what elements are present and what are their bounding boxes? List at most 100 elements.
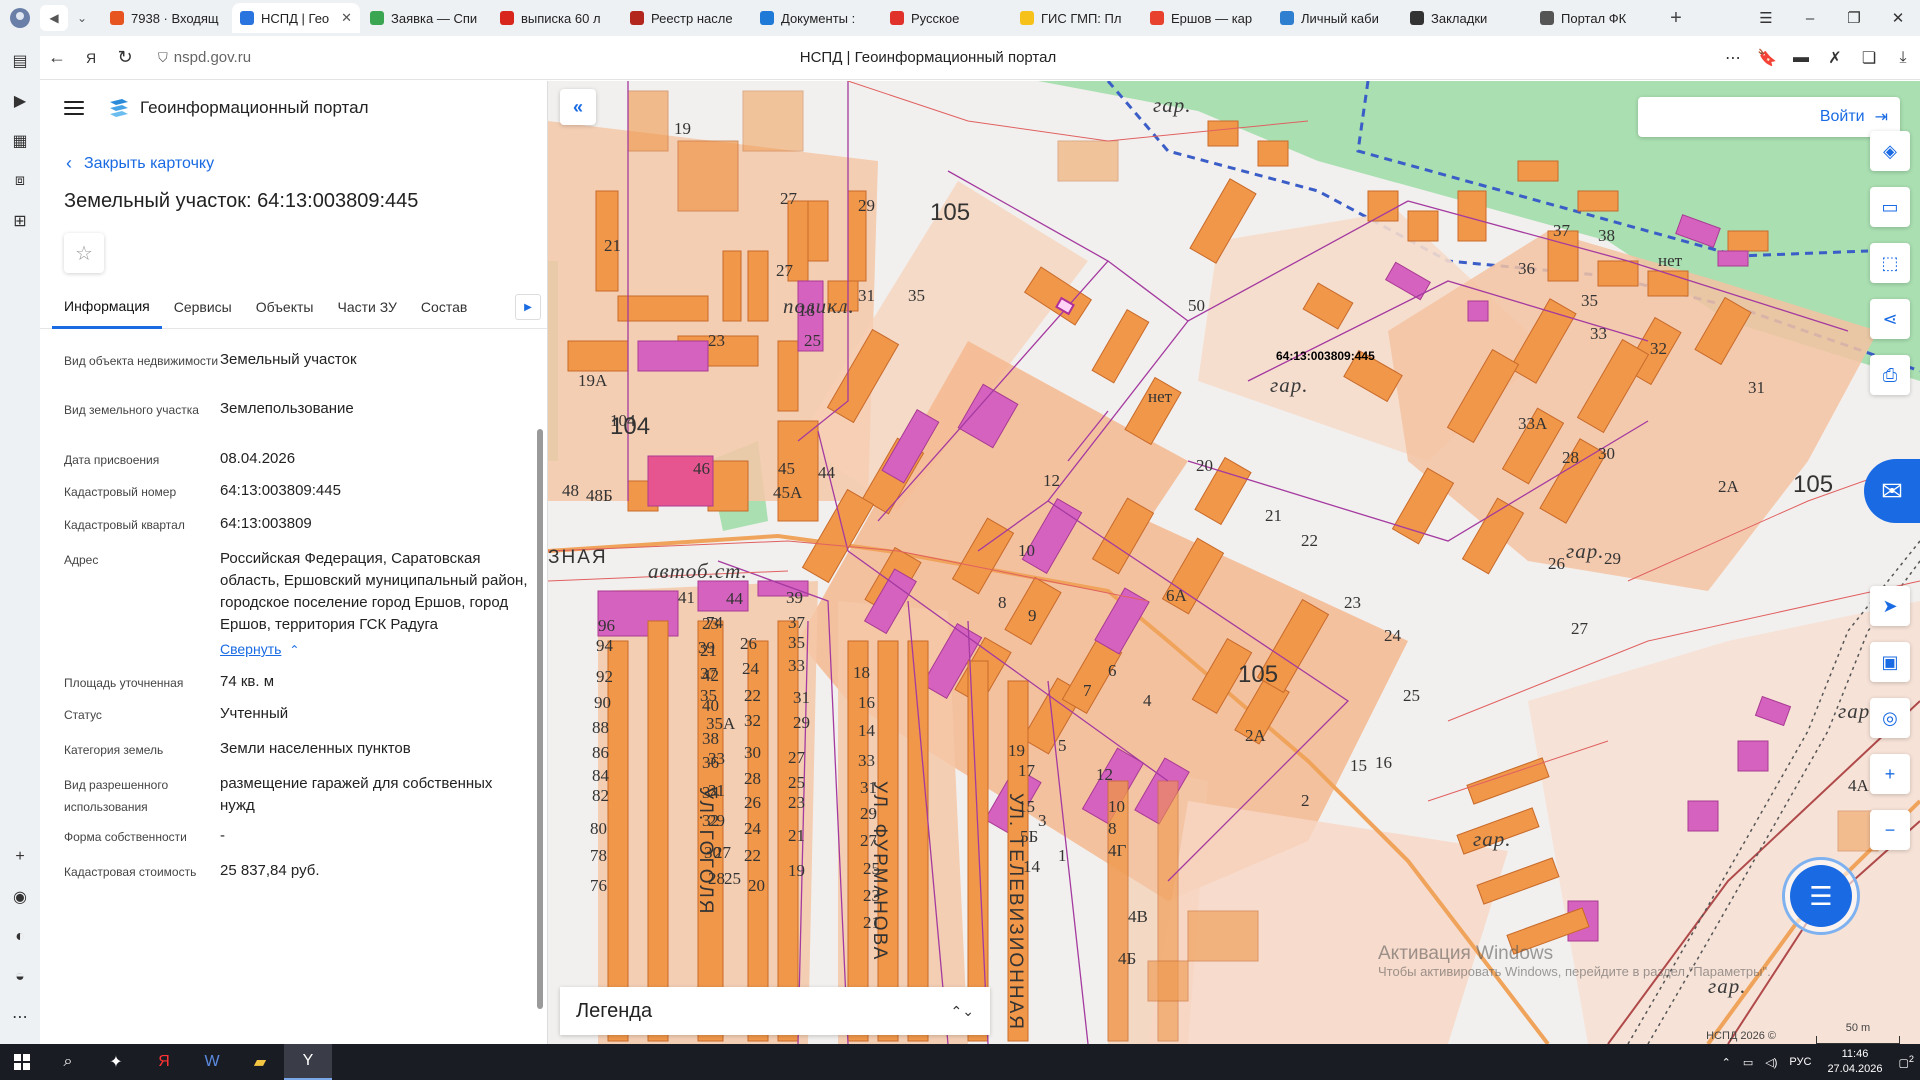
geolocation-icon[interactable]: ➤ <box>1870 586 1910 626</box>
layers-icon[interactable]: ◈ <box>1870 131 1910 171</box>
minimize-button[interactable]: – <box>1788 0 1832 36</box>
close-card-link[interactable]: ‹ Закрыть карточку <box>66 153 547 174</box>
collections-icon[interactable]: ❏ <box>1852 41 1886 75</box>
browser-tab[interactable]: НСПД | Гео ✕ <box>232 3 360 33</box>
screenshot-icon[interactable]: ⧈ <box>5 166 35 196</box>
tab-list-chevron-icon[interactable]: ⌄ <box>68 5 96 31</box>
clock[interactable]: 11:46 27.04.2026 <box>1827 1047 1882 1077</box>
bookmark-icon[interactable]: 🔖 <box>1750 41 1784 75</box>
house-number: 34 <box>702 783 719 802</box>
extension-hat-icon[interactable]: ▬ <box>1784 41 1818 75</box>
mail-icon[interactable]: ◒ <box>5 962 35 992</box>
map-footer: НСПД 2026 © 50 m <box>1706 1022 1920 1044</box>
browser-tab[interactable]: выписка 60 л <box>492 3 620 33</box>
tray-chevron-icon[interactable]: ⌃ <box>1722 1056 1731 1069</box>
card-tab[interactable]: Части ЗУ <box>325 285 408 329</box>
minimap-icon[interactable]: ▣ <box>1870 642 1910 682</box>
tab-favicon-icon <box>630 11 644 25</box>
network-icon[interactable]: ▭ <box>1743 1056 1753 1069</box>
zoom-in-button[interactable]: + <box>1870 754 1910 794</box>
card-tab[interactable]: Информация <box>52 285 162 329</box>
calendar-icon[interactable]: ▦ <box>5 126 35 156</box>
close-window-button[interactable]: ✕ <box>1876 0 1920 36</box>
reload-button[interactable]: ↻ <box>108 41 142 75</box>
app-icon-game[interactable]: ✦ <box>92 1044 140 1080</box>
assistant-tab-icon[interactable]: ✉ <box>1864 459 1920 523</box>
menu-icon[interactable]: ☰ <box>1744 0 1788 36</box>
card-tab[interactable]: Объекты <box>244 285 326 329</box>
browser-tab[interactable]: Личный каби <box>1272 3 1400 33</box>
info-value: Учтенный <box>220 703 528 738</box>
browser-logo-icon[interactable] <box>0 0 40 36</box>
browser-tab[interactable]: Ершов — кар <box>1142 3 1270 33</box>
file-explorer-icon[interactable]: ▰ <box>236 1044 284 1080</box>
yandex-home-icon[interactable]: Я <box>74 41 108 75</box>
extension-cross-icon[interactable]: ✗ <box>1818 41 1852 75</box>
volume-icon[interactable]: ◁) <box>1765 1056 1777 1069</box>
back-button[interactable]: ← <box>40 41 74 75</box>
windows-start-icon[interactable] <box>0 1044 44 1080</box>
select-area-icon[interactable]: ⬚ <box>1870 243 1910 283</box>
login-label: Войти <box>1819 108 1865 125</box>
word-icon[interactable]: W <box>188 1044 236 1080</box>
video-icon[interactable]: ▶ <box>5 86 35 116</box>
notes-icon[interactable]: ▤ <box>5 46 35 76</box>
chat-button[interactable]: ☰ <box>1782 857 1860 935</box>
browser-tab[interactable]: 7938 · Входящ <box>102 3 230 33</box>
house-number: 35 <box>908 286 925 305</box>
browser-tab[interactable]: Закладки <box>1402 3 1530 33</box>
yandex-active-icon[interactable]: Y <box>284 1044 332 1080</box>
add-panel-icon[interactable]: + <box>5 842 35 872</box>
house-number: 14 <box>1023 857 1040 876</box>
share-icon[interactable]: ⋖ <box>1870 299 1910 339</box>
language-indicator[interactable]: РУС <box>1789 1056 1811 1068</box>
card-tab[interactable]: Состав <box>409 285 479 329</box>
edge-icon[interactable]: ◐ <box>5 922 35 952</box>
search-location-icon[interactable]: ◎ <box>1870 698 1910 738</box>
more-dots-icon[interactable]: ⋯ <box>1716 41 1750 75</box>
tab-close-icon[interactable]: ✕ <box>341 10 352 26</box>
new-tab-button[interactable]: + <box>1662 4 1690 32</box>
downloads-icon[interactable]: ⤓ <box>1886 41 1920 75</box>
browser-tab[interactable]: Русское <box>882 3 1010 33</box>
card-tab[interactable]: Сервисы <box>162 285 244 329</box>
panel-scrollbar[interactable] <box>537 349 543 1039</box>
browser-tab[interactable]: Портал ФК <box>1532 3 1660 33</box>
ruler-icon[interactable]: ▭ <box>1870 187 1910 227</box>
maximize-button[interactable]: ❐ <box>1832 0 1876 36</box>
legend-dropdown[interactable]: Легенда ⌃⌄ <box>560 987 990 1035</box>
chevron-up-icon[interactable]: ⌃ <box>289 643 299 657</box>
house-number: 9 <box>1028 606 1037 625</box>
more-panels-icon[interactable]: ⋯ <box>5 1002 35 1032</box>
parcel-callout[interactable]: 64:13:003809:445 <box>1276 349 1375 363</box>
browser-tab[interactable]: Документы : <box>752 3 880 33</box>
login-button[interactable]: Войти ⇥ <box>1638 97 1900 137</box>
url-text[interactable]: nspd.gov.ru <box>174 49 251 66</box>
browser-tab[interactable]: Заявка — Спи <box>362 3 490 33</box>
collapse-panel-button[interactable]: « <box>560 89 596 125</box>
zoom-out-button[interactable]: − <box>1870 810 1910 850</box>
portal-name[interactable]: Геоинформационный портал <box>140 98 369 118</box>
collapse-address-link[interactable]: Свернуть <box>220 638 281 660</box>
map-view[interactable]: гар. поликл. автоб.ст. ЗНАЯ гар. гар. га… <box>548 81 1920 1044</box>
browser-tab[interactable]: Реестр насле <box>622 3 750 33</box>
hamburger-menu-icon[interactable] <box>64 101 84 115</box>
cadastral-map-canvas[interactable] <box>548 81 1920 1044</box>
notifications-icon[interactable]: ▢2 <box>1899 1054 1915 1070</box>
house-number: 36 <box>702 753 719 772</box>
house-number: 24 <box>742 659 759 678</box>
tabs-scroll-right-icon[interactable]: ▶ <box>515 294 541 320</box>
browser-tab[interactable]: ГИС ГМП: Пл <box>1012 3 1140 33</box>
house-number: 4Г <box>1108 841 1127 860</box>
print-icon[interactable]: ⎙ <box>1870 355 1910 395</box>
search-icon[interactable]: ⌕ <box>44 1044 92 1080</box>
url-field[interactable]: ⛉ nspd.gov.ru НСПД | Геоинформационный п… <box>158 43 1698 73</box>
alice-icon[interactable]: ◉ <box>5 882 35 912</box>
house-number: 8 <box>1108 819 1117 838</box>
apps-grid-icon[interactable]: ⊞ <box>5 206 35 236</box>
panel-scroll-thumb[interactable] <box>537 429 543 1009</box>
yandex-browser-icon[interactable]: Я <box>140 1044 188 1080</box>
info-label: Кадастровый квартал <box>64 518 185 532</box>
audio-mute-icon[interactable]: ◀ <box>40 5 68 31</box>
favorite-star-button[interactable]: ☆ <box>64 233 104 273</box>
